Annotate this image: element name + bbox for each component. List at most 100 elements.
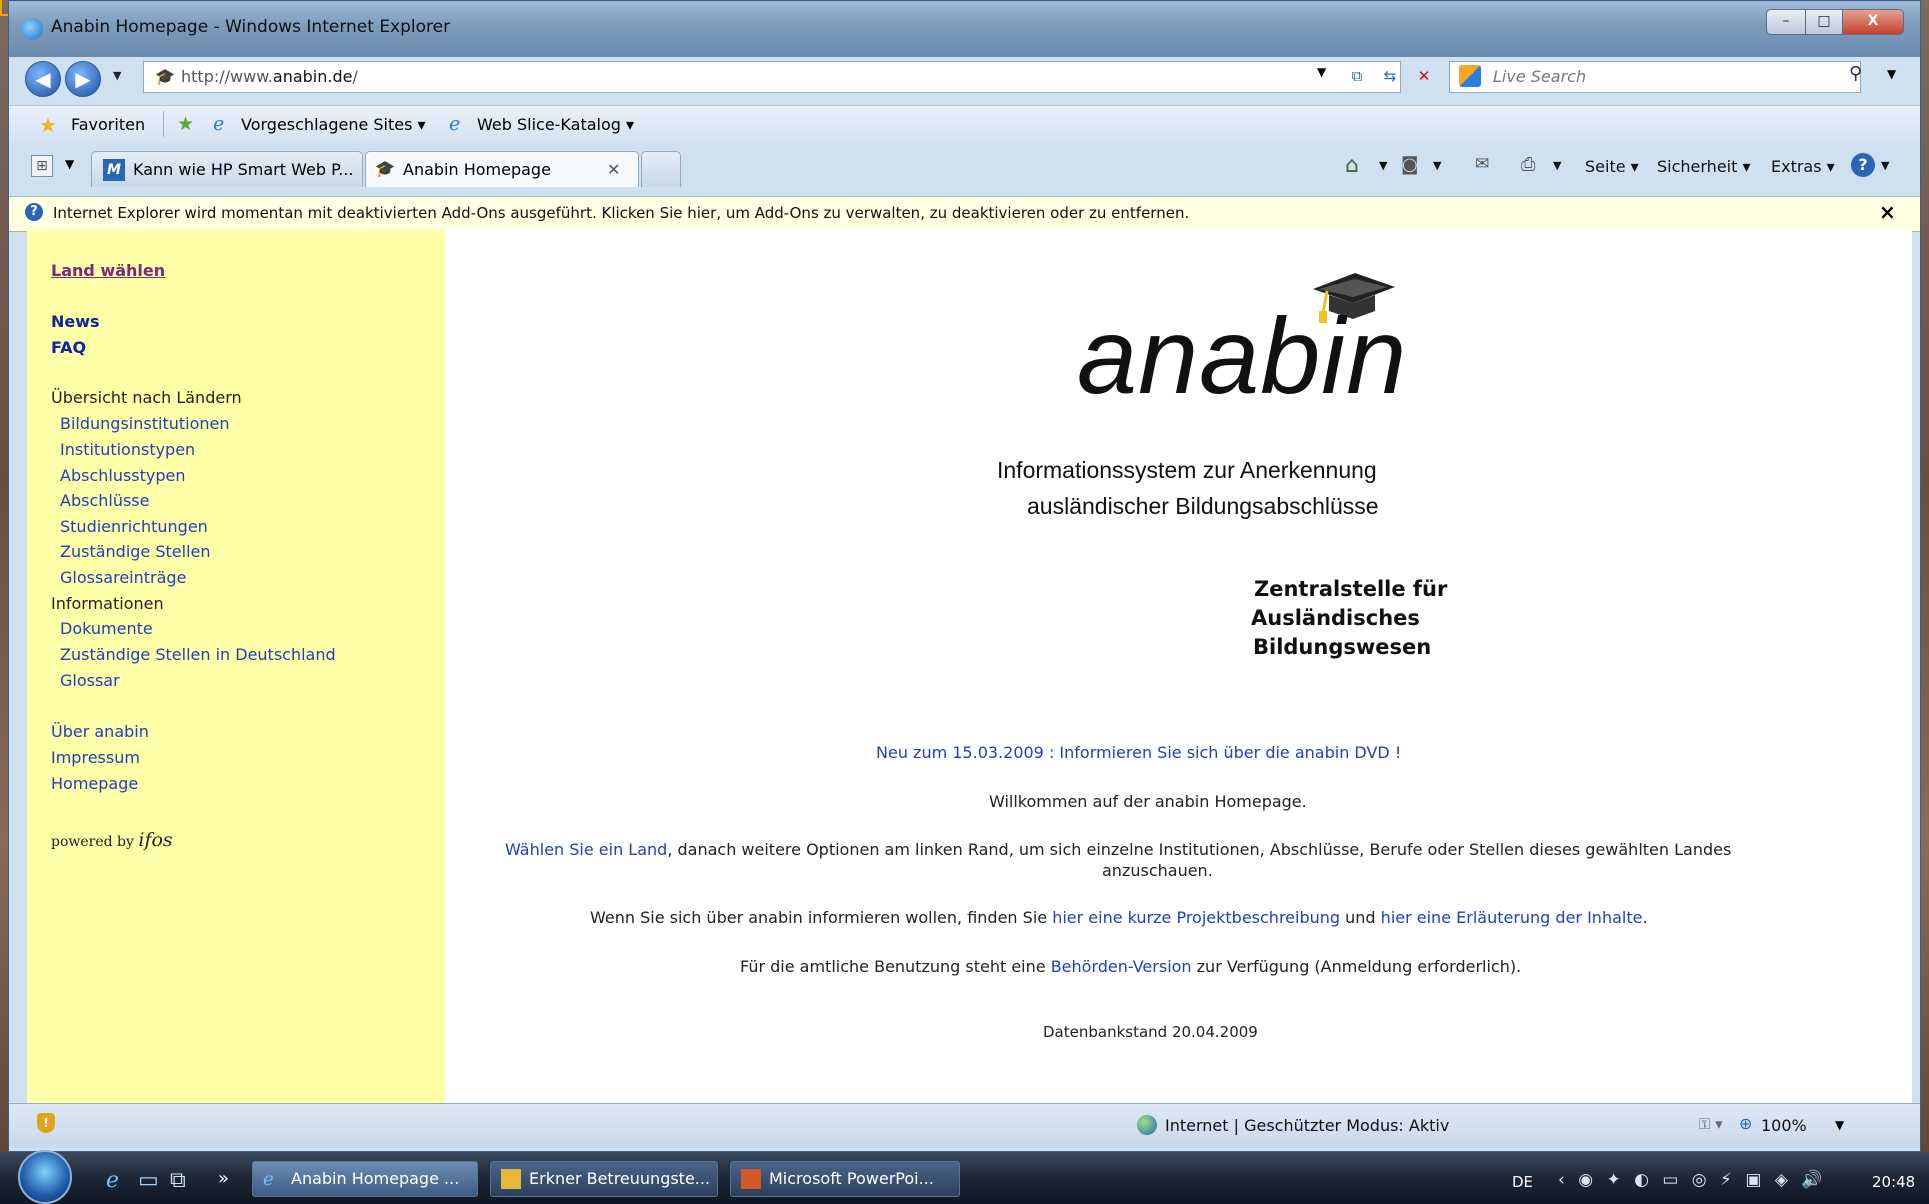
minimize-button[interactable]: – (1766, 9, 1806, 35)
system-tray-icons[interactable]: ‹ ◉ ✦ ◐ ▭ ◎ ⚡ ▣ ◈ 🔊 (1558, 1170, 1826, 1190)
mail-icon[interactable]: ✉ (1475, 154, 1489, 174)
tools-menu[interactable]: Extras ▾ (1771, 157, 1835, 176)
history-dropdown-icon[interactable]: ▼ (113, 69, 121, 82)
quick-tabs-icon[interactable]: ⊞ (31, 155, 53, 177)
logo-subtitle-line1: Informationssystem zur Anerkennung (997, 457, 1377, 483)
choose-country-paragraph-end: anzuschauen. (1102, 861, 1213, 880)
back-button[interactable]: ◀ (25, 61, 61, 97)
document-icon (501, 1169, 521, 1189)
home-dropdown-icon[interactable]: ▼ (1379, 159, 1387, 172)
favorites-separator (163, 111, 164, 137)
zoom-icon[interactable]: ⊕ (1739, 1114, 1752, 1133)
quicklaunch-chevron[interactable]: » (218, 1168, 229, 1189)
favorites-star-icon[interactable]: ★ (39, 113, 57, 137)
tab-list-dropdown-icon[interactable]: ▼ (65, 157, 74, 171)
zoom-level[interactable]: 100% (1761, 1116, 1807, 1135)
information-bar-text[interactable]: Internet Explorer wird momentan mit deak… (53, 204, 1189, 222)
taskbar-item-powerpoint[interactable]: Microsoft PowerPoi... (730, 1161, 960, 1197)
favorites-button[interactable]: Favoriten (71, 115, 145, 134)
sidebar-item-authorities[interactable]: Zuständige Stellen (60, 542, 211, 561)
sidebar-item-documents[interactable]: Dokumente (60, 619, 153, 638)
taskbar-item-erkner[interactable]: Erkner Betreuungste... (490, 1161, 718, 1197)
faq-link[interactable]: FAQ (51, 338, 86, 357)
live-search-icon (1459, 65, 1481, 87)
project-description-link[interactable]: hier eine kurze Projektbeschreibung (1052, 908, 1340, 927)
address-dropdown-icon[interactable]: ▼ (1317, 65, 1326, 79)
print-icon[interactable]: ⎙ (1521, 154, 1535, 175)
news-link[interactable]: News (51, 312, 100, 331)
page-menu[interactable]: Seite ▾ (1585, 157, 1639, 176)
sidebar-item-institution-types[interactable]: Institutionstypen (60, 440, 195, 459)
print-dropdown-icon[interactable]: ▼ (1553, 159, 1561, 172)
taskbar-item-anabin[interactable]: ℯ Anabin Homepage ... (252, 1161, 478, 1197)
sidebar-item-degree-types[interactable]: Abschlusstypen (60, 466, 186, 485)
security-zone-text[interactable]: Internet | Geschützter Modus: Aktiv (1165, 1116, 1449, 1135)
ie-quicklaunch-icon[interactable]: ℯ (106, 1168, 119, 1193)
powered-by: powered by ifos (51, 829, 173, 851)
start-button[interactable] (18, 1150, 72, 1204)
homepage-link[interactable]: Homepage (51, 774, 138, 793)
ie-logo-icon (21, 18, 43, 40)
rss-feed-icon[interactable]: ◙ (1401, 154, 1418, 175)
sidebar-item-german-authorities[interactable]: Zuständige Stellen in Deutschland (60, 645, 336, 664)
choose-country-inline-link[interactable]: Wählen Sie ein Land (505, 840, 667, 859)
about-link[interactable]: Über anabin (51, 722, 149, 741)
suggested-sites-icon: ℯ (213, 113, 225, 135)
search-placeholder[interactable]: Live Search (1493, 67, 1586, 86)
add-favorite-icon[interactable]: ★ (177, 113, 194, 135)
search-dropdown-icon[interactable]: ▼ (1887, 67, 1896, 81)
switch-windows-icon[interactable]: ⧉ (170, 1168, 186, 1193)
show-desktop-icon[interactable]: ▭ (138, 1168, 159, 1193)
forward-button[interactable]: ▶ (65, 61, 101, 97)
home-icon[interactable]: ⌂ (1345, 153, 1359, 178)
web-slice-button[interactable]: Web Slice-Katalog ▾ (477, 115, 634, 134)
safety-menu[interactable]: Sicherheit ▾ (1657, 157, 1751, 176)
zoom-dropdown-icon[interactable]: ▼ (1835, 1118, 1844, 1132)
ie-window: Anabin Homepage - Windows Internet Explo… (8, 0, 1921, 1152)
refresh-icon[interactable]: ⇆ (1377, 63, 1403, 89)
status-bar (9, 1103, 1920, 1148)
zab-line2: Ausländisches (1251, 606, 1420, 630)
tab-page-icon: M (103, 159, 125, 181)
address-url[interactable]: http://www.anabin.de/ (181, 67, 358, 86)
sidebar-item-glossary-entries[interactable]: Glossareinträge (60, 568, 186, 587)
close-tab-icon[interactable]: ✕ (607, 160, 620, 179)
sidebar-item-degrees[interactable]: Abschlüsse (60, 491, 149, 510)
powerpoint-icon (741, 1169, 761, 1189)
sidebar-item-fields-of-study[interactable]: Studienrichtungen (60, 517, 208, 536)
zab-line3: Bildungswesen (1253, 635, 1432, 659)
anabin-logo: anabin (1077, 295, 1408, 416)
official-use-paragraph: Für die amtliche Benutzung steht eine Be… (740, 957, 1522, 976)
contents-explanation-link[interactable]: hier eine Erläuterung der Inhalte (1381, 908, 1643, 927)
stop-icon[interactable]: ✕ (1411, 63, 1437, 89)
clock[interactable]: 20:48 (1872, 1173, 1915, 1191)
choose-country-paragraph: Wählen Sie ein Land, danach weitere Opti… (505, 840, 1732, 859)
tab-label[interactable]: Anabin Homepage (403, 160, 551, 179)
help-dropdown-icon[interactable]: ▼ (1881, 159, 1889, 172)
language-indicator[interactable]: DE (1512, 1173, 1533, 1191)
close-window-button[interactable]: X (1842, 9, 1904, 35)
choose-country-link[interactable]: Land wählen (51, 261, 165, 280)
overview-heading: Übersicht nach Ländern (51, 388, 242, 407)
database-state: Datenbankstand 20.04.2009 (1043, 1023, 1258, 1041)
authority-version-link[interactable]: Behörden-Version (1051, 957, 1192, 976)
help-icon[interactable]: ? (1851, 153, 1875, 177)
sidebar-item-glossary[interactable]: Glossar (60, 671, 120, 690)
dvd-news-link[interactable]: Neu zum 15.03.2009 : Informieren Sie sic… (876, 743, 1401, 762)
globe-icon (1137, 1115, 1157, 1135)
tab-label[interactable]: Kann wie HP Smart Web P... (133, 160, 353, 179)
suggested-sites-button[interactable]: Vorgeschlagene Sites ▾ (241, 115, 426, 134)
feed-dropdown-icon[interactable]: ▼ (1433, 159, 1441, 172)
logo-subtitle-line2: ausländischer Bildungsabschlüsse (1027, 493, 1379, 519)
search-icon[interactable]: ⚲ (1849, 63, 1862, 84)
new-tab-button[interactable] (641, 151, 681, 187)
shield-icon[interactable]: ! (37, 1113, 55, 1133)
imprint-link[interactable]: Impressum (51, 748, 140, 767)
maximize-button[interactable]: □ (1805, 9, 1843, 35)
info-icon: ? (25, 203, 43, 221)
close-infobar-icon[interactable]: × (1879, 200, 1896, 224)
protected-mode-icon[interactable]: ⚿ ▾ (1699, 1115, 1723, 1133)
compatibility-view-icon[interactable]: ⧉ (1344, 63, 1370, 89)
ifos-logo[interactable]: ifos (138, 829, 172, 851)
sidebar-item-institutions[interactable]: Bildungsinstitutionen (60, 414, 229, 433)
